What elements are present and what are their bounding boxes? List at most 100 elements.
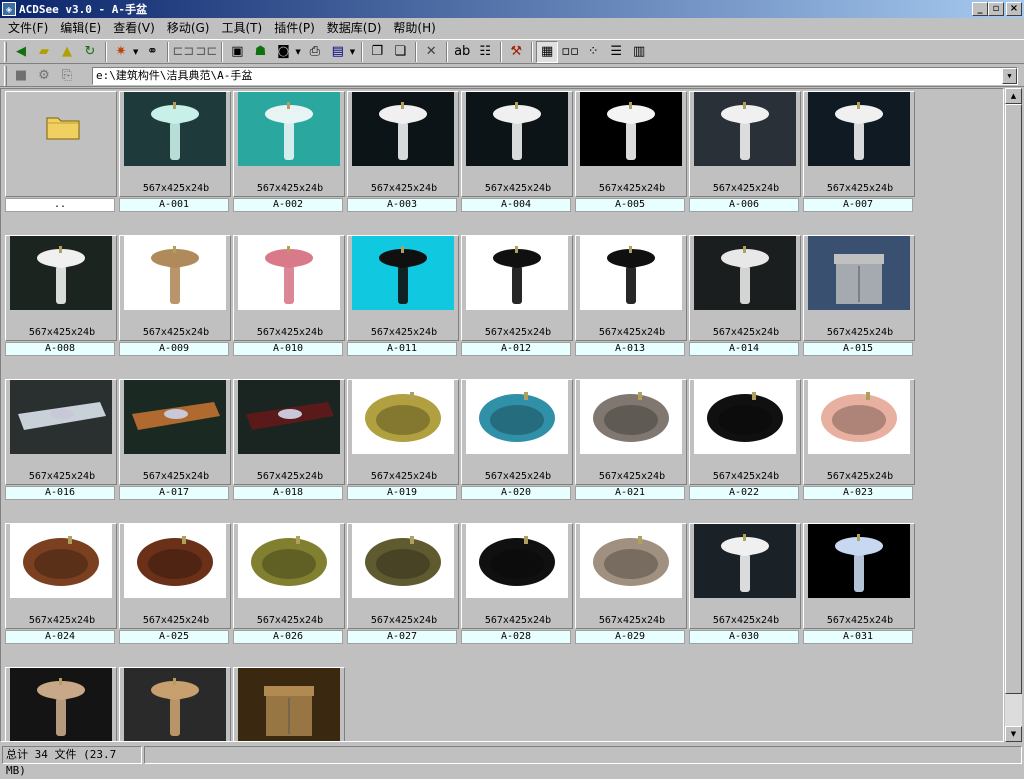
thumbnail-item[interactable]: 567x425x24bA-034 <box>233 667 345 741</box>
image-icon[interactable]: ▣ <box>226 41 248 63</box>
thumbnail-grid[interactable]: .. 567x425x24b A-001 567x425x24b A-002 567… <box>0 88 1004 742</box>
connect-icon[interactable]: ⚙ <box>33 65 55 87</box>
disconnect-icon[interactable]: ⎘ <box>56 65 78 87</box>
sink-image-icon <box>593 392 669 442</box>
thumbnail-item[interactable]: 567x425x24b A-011 <box>347 235 459 377</box>
thumbnail-item[interactable]: 567x425x24b A-013 <box>575 235 687 377</box>
thumbnail-item[interactable]: 567x425x24bA-033 <box>119 667 231 741</box>
menu-tools[interactable]: 工具(T) <box>215 19 268 37</box>
thumbnail-item[interactable]: 567x425x24b A-030 <box>689 523 801 665</box>
sink-image-icon <box>721 102 769 160</box>
thumbnail-item[interactable]: 567x425x24b A-015 <box>803 235 915 377</box>
link-icon[interactable]: ⊏⊐ <box>172 41 194 63</box>
thumbnail-label: A-004 <box>461 198 571 212</box>
thumbnail-item[interactable]: 567x425x24b A-006 <box>689 91 801 233</box>
thumbnail-item[interactable]: 567x425x24b A-029 <box>575 523 687 665</box>
app-icon[interactable]: ◈ <box>2 2 16 16</box>
thumbnail-item-parent-folder[interactable]: .. <box>5 91 117 233</box>
thumbnail-item[interactable]: 567x425x24b A-028 <box>461 523 573 665</box>
thumbnail-item[interactable]: 567x425x24b A-017 <box>119 379 231 521</box>
thumbnail-item[interactable]: 567x425x24b A-012 <box>461 235 573 377</box>
rename-icon[interactable]: ab <box>451 41 473 63</box>
menu-view[interactable]: 查看(V) <box>107 19 161 37</box>
chevron-down-icon[interactable]: ▼ <box>350 48 355 56</box>
scroll-thumb[interactable] <box>1005 104 1022 694</box>
close-button[interactable]: × <box>1006 2 1022 16</box>
thumbnail-image <box>694 236 796 310</box>
thumbnail-item[interactable]: 567x425x24b A-021 <box>575 379 687 521</box>
thumbnail-frame: 567x425x24b <box>5 523 117 629</box>
thumbnail-item[interactable]: 567x425x24b A-031 <box>803 523 915 665</box>
paste-icon[interactable]: ❏ <box>389 41 411 63</box>
thumbnail-item[interactable]: 567x425x24bA-032 <box>5 667 117 741</box>
stop-icon[interactable]: ■ <box>10 65 32 87</box>
address-dropdown-button[interactable]: ▼ <box>1002 68 1017 84</box>
chevron-down-icon[interactable]: ▼ <box>133 48 138 56</box>
thumbnail-item[interactable]: 567x425x24b A-023 <box>803 379 915 521</box>
thumbnail-item[interactable]: 567x425x24b A-014 <box>689 235 801 377</box>
camera-icon[interactable]: ◙ <box>272 41 294 63</box>
properties-icon[interactable]: ☷ <box>474 41 496 63</box>
toolbar-grip[interactable] <box>4 41 7 62</box>
menu-file[interactable]: 文件(F) <box>2 19 54 37</box>
thumbnail-item[interactable]: 567x425x24b A-025 <box>119 523 231 665</box>
unlink-icon[interactable]: ⊐⊏ <box>195 41 217 63</box>
delete-icon[interactable]: ✕ <box>420 41 442 63</box>
folder-icon[interactable]: ▰ <box>33 41 55 63</box>
sink-image-icon <box>607 246 655 304</box>
thumbnail-item[interactable]: 567x425x24b A-005 <box>575 91 687 233</box>
wallpaper-icon[interactable]: ▤ <box>327 41 349 63</box>
menu-plugins[interactable]: 插件(P) <box>268 19 321 37</box>
thumbnail-item[interactable]: 567x425x24b A-003 <box>347 91 459 233</box>
view-details-icon[interactable]: ▥ <box>628 41 650 63</box>
thumbnail-item[interactable]: 567x425x24b A-022 <box>689 379 801 521</box>
thumbnail-item[interactable]: 567x425x24b A-007 <box>803 91 915 233</box>
sink-image-icon <box>721 246 769 304</box>
thumbnail-item[interactable]: 567x425x24b A-020 <box>461 379 573 521</box>
thumbnail-item[interactable]: 567x425x24b A-010 <box>233 235 345 377</box>
thumbnail-dimensions: 567x425x24b <box>28 327 96 338</box>
thumbnail-item[interactable]: 567x425x24b A-002 <box>233 91 345 233</box>
print-icon[interactable]: ⎙ <box>304 41 326 63</box>
thumbnail-item[interactable]: 567x425x24b A-018 <box>233 379 345 521</box>
view-small-icons-icon[interactable]: ⁘ <box>582 41 604 63</box>
binoculars-icon[interactable]: ⚭ <box>141 41 163 63</box>
refresh-icon[interactable]: ↻ <box>79 41 101 63</box>
thumbnail-image <box>238 92 340 166</box>
menu-database[interactable]: 数据库(D) <box>321 19 388 37</box>
thumbnail-item[interactable]: 567x425x24b A-004 <box>461 91 573 233</box>
thumbnail-item[interactable]: 567x425x24b A-008 <box>5 235 117 377</box>
thumbnail-item[interactable]: 567x425x24b A-026 <box>233 523 345 665</box>
sink-image-icon <box>137 536 213 586</box>
address-field[interactable]: e:\建筑构件\洁具典范\A-手盆 ▼ <box>92 67 1018 85</box>
menu-help[interactable]: 帮助(H) <box>387 19 441 37</box>
chevron-down-icon[interactable]: ▼ <box>295 48 300 56</box>
scroll-down-button[interactable]: ▼ <box>1005 726 1022 742</box>
thumbnail-item[interactable]: 567x425x24b A-019 <box>347 379 459 521</box>
thumbnail-item[interactable]: 567x425x24b A-027 <box>347 523 459 665</box>
up-folder-icon[interactable]: ▲ <box>56 41 78 63</box>
menu-go[interactable]: 移动(G) <box>161 19 216 37</box>
maximize-button[interactable]: ▫ <box>988 2 1004 16</box>
folder-icon <box>46 117 80 140</box>
thumbnail-item[interactable]: 567x425x24b A-024 <box>5 523 117 665</box>
sink-image-icon <box>265 246 313 304</box>
thumbnail-image <box>352 92 454 166</box>
view-list-icon[interactable]: ☰ <box>605 41 627 63</box>
scroll-up-button[interactable]: ▲ <box>1005 88 1022 104</box>
tools-icon[interactable]: ⚒ <box>505 41 527 63</box>
thumbnail-item[interactable]: 567x425x24b A-016 <box>5 379 117 521</box>
thumbnail-item[interactable]: 567x425x24b A-009 <box>119 235 231 377</box>
toolbar-grip[interactable] <box>4 65 7 86</box>
thumbnail-item[interactable]: 567x425x24b A-001 <box>119 91 231 233</box>
slideshow-icon[interactable]: ✷ <box>110 41 132 63</box>
copy-icon[interactable]: ❐ <box>366 41 388 63</box>
view-large-icons-icon[interactable]: ▫▫ <box>559 41 581 63</box>
vertical-scrollbar[interactable]: ▲ ▼ <box>1005 88 1022 742</box>
toolbar-separator <box>167 41 170 62</box>
menu-edit[interactable]: 编辑(E) <box>54 19 107 37</box>
contacts-icon[interactable]: ☗ <box>249 41 271 63</box>
view-thumbnails-icon[interactable]: ▦ <box>536 40 559 63</box>
minimize-button[interactable]: _ <box>972 2 988 16</box>
back-icon[interactable]: ◀ <box>10 41 32 63</box>
